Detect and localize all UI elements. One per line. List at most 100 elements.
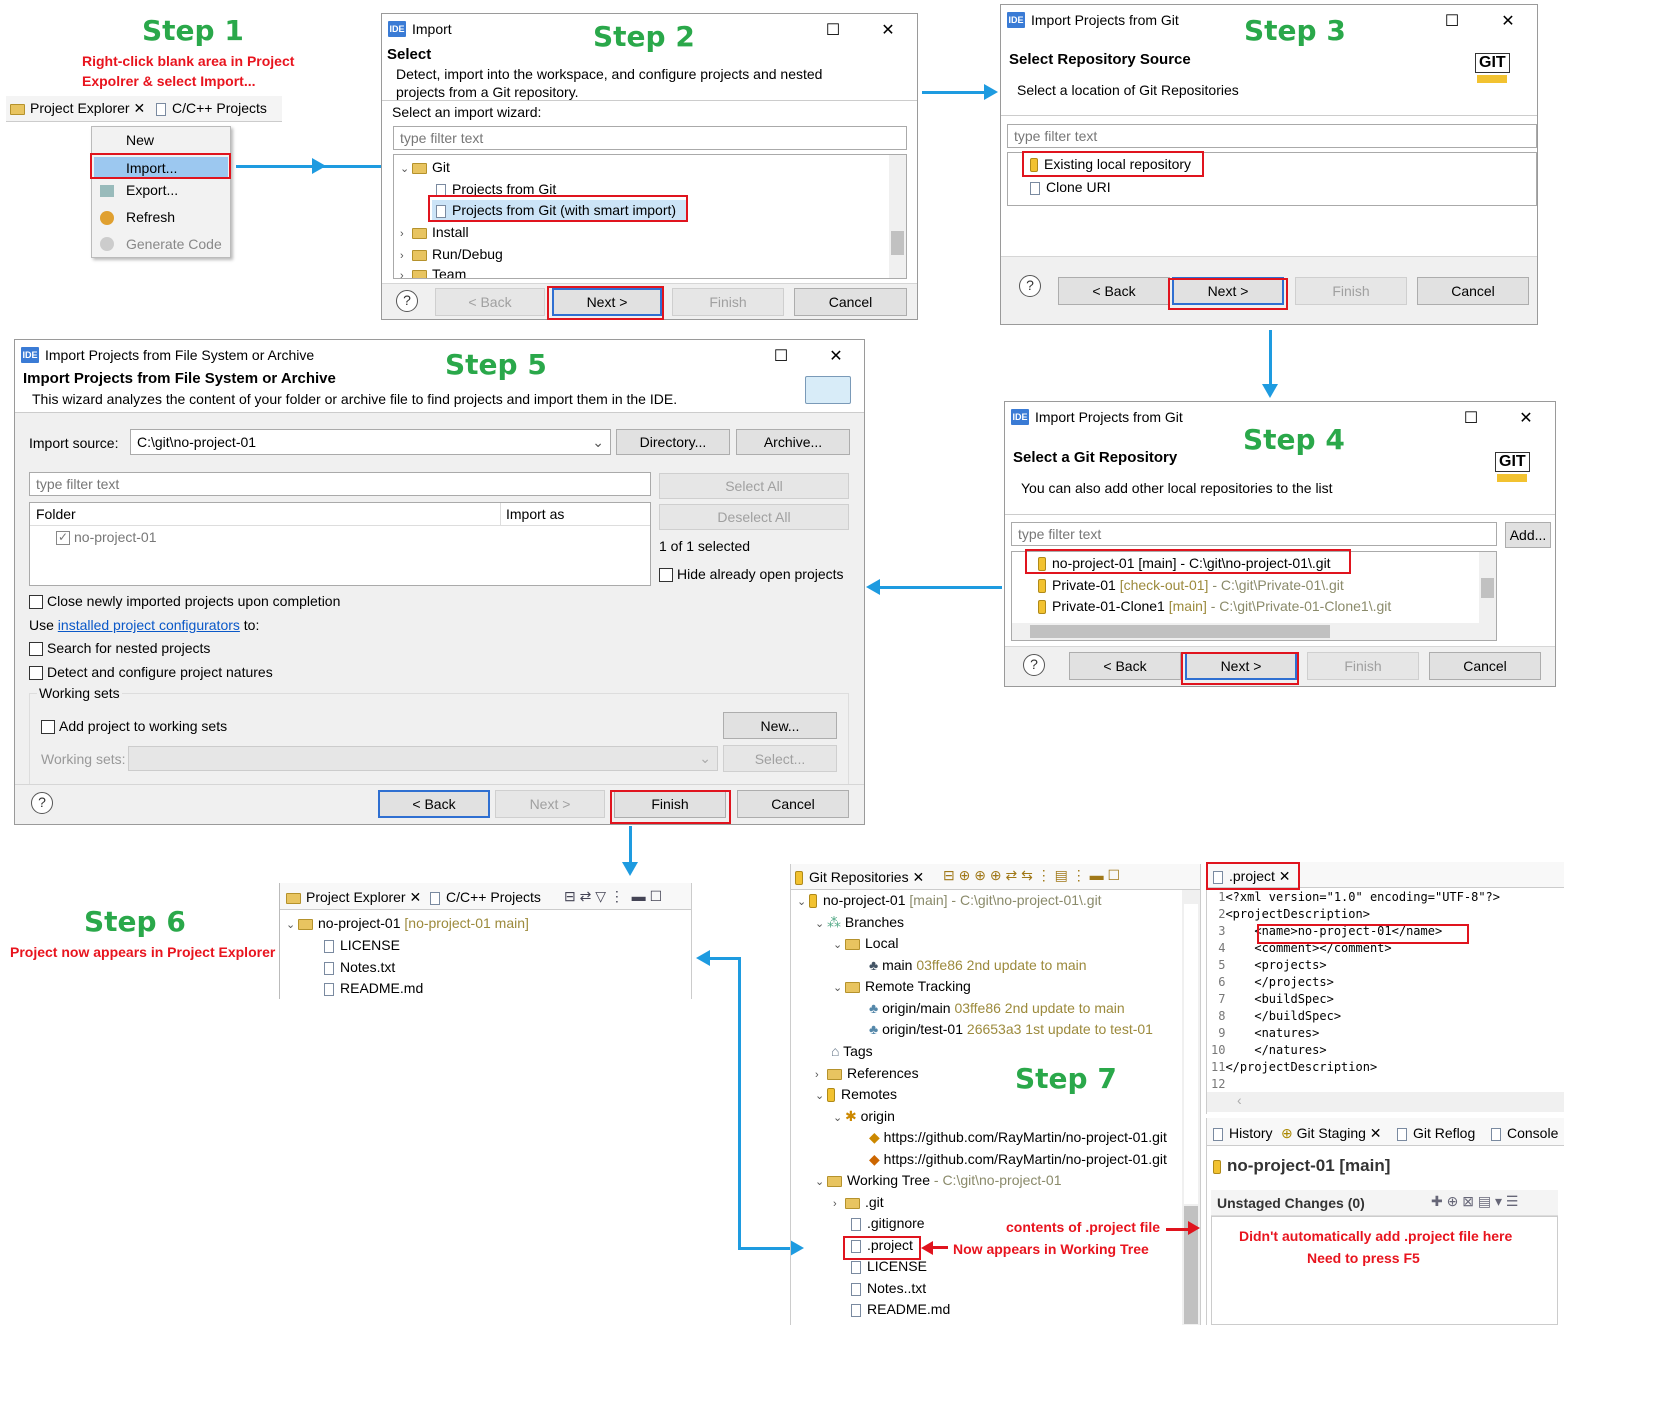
tab-cpp-projects[interactable]: C/C++ Projects — [430, 889, 541, 905]
maximize-icon[interactable]: ☐ — [822, 20, 844, 40]
cancel-button[interactable]: Cancel — [1429, 652, 1541, 680]
vscrollbar[interactable] — [1479, 552, 1496, 640]
detect-natures-checkbox[interactable]: Detect and configure project natures — [29, 664, 273, 681]
repo-no-project-01[interactable]: no-project-01 [main] - C:\git\no-project… — [1038, 555, 1331, 572]
wt-readme[interactable]: README.md — [851, 1301, 950, 1317]
tree-projects-from-git-smart[interactable]: Projects from Git (with smart import) — [436, 202, 676, 218]
tab-project-explorer[interactable]: Project Explorer ✕ — [286, 889, 421, 906]
scrollbar-thumb[interactable] — [891, 231, 904, 255]
help-icon[interactable]: ? — [1023, 654, 1045, 676]
tags-node[interactable]: ⌂ Tags — [831, 1043, 873, 1059]
ws-combo[interactable]: ⌄ — [128, 746, 718, 771]
close-icon[interactable]: ✕ — [1515, 408, 1537, 428]
select-ws-button[interactable]: Select... — [723, 745, 837, 772]
hide-open-checkbox[interactable]: Hide already open projects — [659, 566, 844, 583]
local-node[interactable]: ⌄ Local — [833, 935, 898, 951]
clone-uri[interactable]: Clone URI — [1030, 179, 1111, 195]
repo-private-01-clone1[interactable]: Private-01-Clone1 [main] - C:\git\Privat… — [1038, 598, 1391, 615]
project-row[interactable]: ✓ no-project-01 — [56, 529, 157, 546]
tab-git-reflog[interactable]: Git Reflog — [1397, 1125, 1475, 1141]
remote-tracking-node[interactable]: ⌄ Remote Tracking — [833, 978, 971, 994]
branches-node[interactable]: ⌄ ⁂ Branches — [815, 914, 904, 931]
archive-button[interactable]: Archive... — [736, 429, 850, 455]
tree-run-debug[interactable]: › Run/Debug — [400, 246, 503, 262]
git-repos-scrollbar[interactable] — [1182, 890, 1200, 1325]
finish-button[interactable]: Finish — [672, 288, 784, 316]
references-node[interactable]: › References — [815, 1065, 919, 1081]
branch-origin-main[interactable]: ♣ origin/main 03ffe86 2nd update to main — [869, 1000, 1125, 1016]
staging-toolbar-icons[interactable]: ✚ ⊕ ⊠ ▤ ▾ ☰ — [1431, 1193, 1518, 1210]
project-node[interactable]: ⌄ no-project-01 [no-project-01 main] — [286, 915, 529, 931]
remote-url-fetch[interactable]: ◆ https://github.com/RayMartin/no-projec… — [869, 1129, 1167, 1146]
help-icon[interactable]: ? — [1019, 275, 1041, 297]
tree-projects-from-git[interactable]: Projects from Git — [436, 181, 556, 197]
tab-cpp-projects[interactable]: C/C++ Projects — [156, 100, 267, 116]
maximize-icon[interactable]: ☐ — [1441, 11, 1463, 31]
repo-node[interactable]: ⌄ no-project-01 [main] - C:\git\no-projec… — [797, 892, 1102, 909]
tree-git[interactable]: ⌄ Git — [400, 159, 450, 175]
tab-history[interactable]: History — [1213, 1125, 1273, 1141]
wt-project[interactable]: .project — [851, 1237, 913, 1253]
close-newly-checkbox[interactable]: Close newly imported projects upon compl… — [29, 593, 340, 610]
maximize-icon[interactable]: ☐ — [770, 346, 792, 366]
tab-git-repositories[interactable]: Git Repositories ✕ — [795, 869, 924, 886]
back-button[interactable]: < Back — [1069, 652, 1181, 680]
menu-export[interactable]: Export... — [126, 182, 178, 198]
deselect-all-button[interactable]: Deselect All — [659, 504, 849, 530]
source-filter-input[interactable]: type filter text — [1007, 124, 1537, 148]
file-readme[interactable]: README.md — [324, 980, 423, 996]
maximize-icon[interactable]: ☐ — [1460, 408, 1482, 428]
tree-team[interactable]: › Team — [400, 266, 466, 278]
file-notes[interactable]: Notes.txt — [324, 959, 395, 975]
select-all-button[interactable]: Select All — [659, 473, 849, 499]
hscrollbar[interactable] — [1012, 623, 1480, 640]
new-ws-button[interactable]: New... — [723, 712, 837, 739]
remote-url-push[interactable]: ◆ https://github.com/RayMartin/no-projec… — [869, 1151, 1167, 1168]
menu-new[interactable]: New — [126, 132, 154, 148]
add-to-ws-checkbox[interactable]: Add project to working sets — [41, 718, 227, 735]
finish-button[interactable]: Finish — [614, 790, 726, 818]
branch-main[interactable]: ♣ main 03ffe86 2nd update to main — [869, 957, 1087, 973]
working-tree-node[interactable]: ⌄ Working Tree - C:\git\no-project-01 — [815, 1172, 1062, 1188]
back-button[interactable]: < Back — [435, 288, 545, 316]
back-button[interactable]: < Back — [378, 790, 490, 818]
cancel-button[interactable]: Cancel — [737, 790, 849, 818]
next-button[interactable]: Next > — [495, 790, 605, 818]
wt-git[interactable]: › .git — [833, 1194, 884, 1210]
remotes-node[interactable]: ⌄ Remotes — [815, 1086, 897, 1103]
help-icon[interactable]: ? — [31, 792, 53, 814]
branch-origin-test[interactable]: ♣ origin/test-01 26653a3 1st update to t… — [869, 1021, 1153, 1037]
close-icon[interactable]: ✕ — [877, 20, 899, 40]
repo-filter-input[interactable]: type filter text — [1011, 522, 1497, 546]
repo-private-01[interactable]: Private-01 [check-out-01] - C:\git\Priva… — [1038, 577, 1344, 594]
git-toolbar-icons[interactable]: ⊟ ⊕ ⊕ ⊕ ⇄ ⇆ ⋮ ▤ ⋮ ▬ ☐ — [943, 867, 1120, 884]
wt-gitignore[interactable]: .gitignore — [851, 1215, 925, 1231]
cancel-button[interactable]: Cancel — [794, 288, 907, 316]
wt-notes[interactable]: Notes..txt — [851, 1280, 926, 1296]
search-nested-checkbox[interactable]: Search for nested projects — [29, 640, 210, 657]
next-button[interactable]: Next > — [1172, 277, 1284, 305]
origin-node[interactable]: ⌄ ✱ origin — [833, 1108, 895, 1125]
tab-project-file[interactable]: .project ✕ — [1213, 868, 1291, 885]
configurators-link[interactable]: installed project configurators — [58, 617, 240, 633]
directory-button[interactable]: Directory... — [616, 429, 730, 455]
close-icon[interactable]: ✕ — [1497, 11, 1519, 31]
finish-button[interactable]: Finish — [1307, 652, 1419, 680]
tab-project-explorer[interactable]: Project Explorer ✕ — [10, 100, 145, 117]
editor-hscrollbar[interactable]: ‹ — [1207, 1092, 1564, 1112]
cancel-button[interactable]: Cancel — [1417, 277, 1529, 305]
view-toolbar-icons[interactable]: ⊟ ⇄ ▽ ⋮ ▬ ☐ — [564, 888, 662, 905]
finish-button[interactable]: Finish — [1295, 277, 1407, 305]
existing-local-repository[interactable]: Existing local repository — [1030, 156, 1191, 173]
project-checkbox[interactable]: ✓ — [56, 531, 70, 546]
tab-git-staging[interactable]: ⊕ Git Staging ✕ — [1281, 1125, 1382, 1142]
wizard-filter-input[interactable]: type filter text — [393, 126, 907, 150]
next-button[interactable]: Next > — [552, 288, 662, 316]
next-button[interactable]: Next > — [1185, 652, 1297, 680]
tree-install[interactable]: › Install — [400, 224, 469, 240]
scrollbar[interactable] — [889, 155, 906, 278]
menu-refresh[interactable]: Refresh — [126, 209, 175, 225]
close-icon[interactable]: ✕ — [825, 346, 847, 366]
import-source-combo[interactable]: C:\git\no-project-01 ⌄ — [130, 429, 611, 455]
back-button[interactable]: < Back — [1058, 277, 1170, 305]
